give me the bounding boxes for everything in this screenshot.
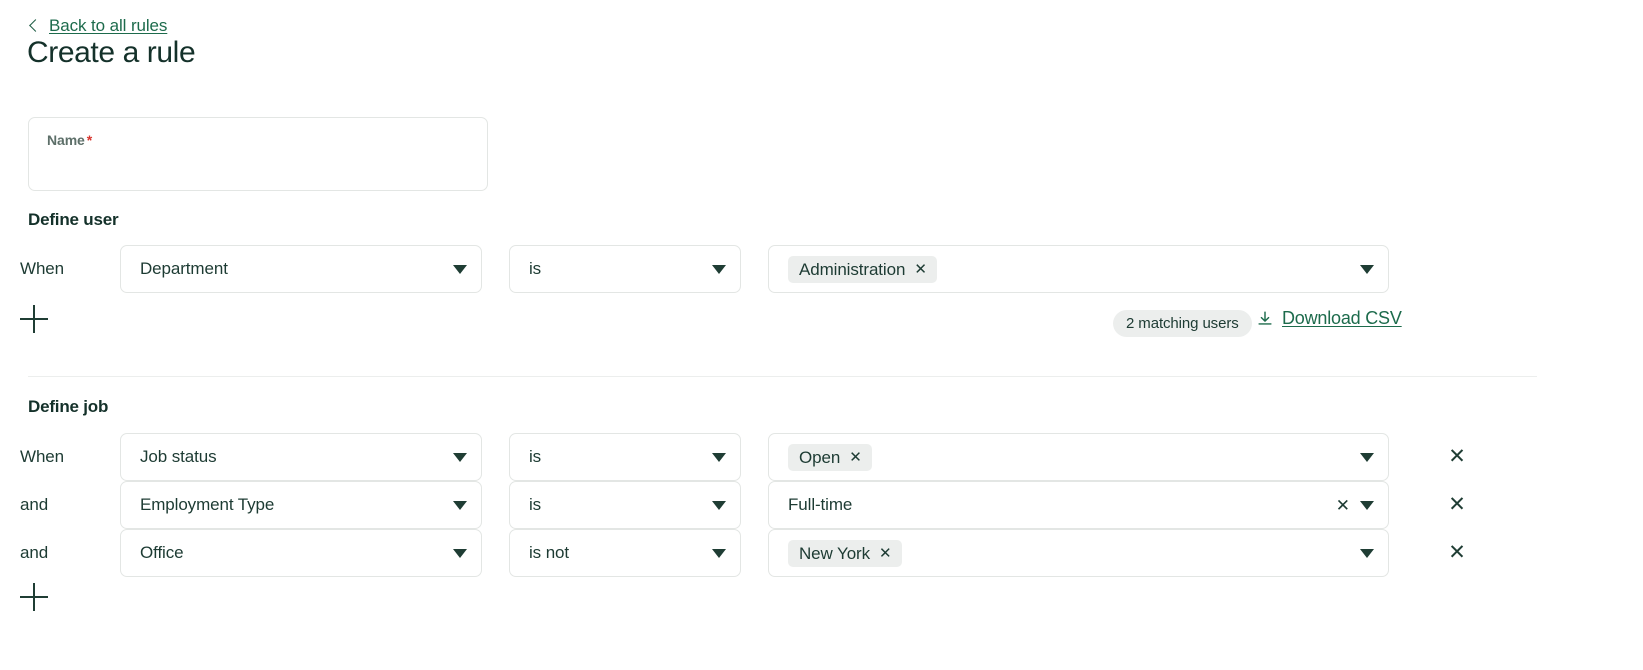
- job-row-2-conjunction: and: [20, 543, 49, 562]
- remove-job-row-0-button[interactable]: ✕: [1444, 444, 1470, 470]
- back-link-label[interactable]: Back to all rules: [49, 16, 167, 36]
- remove-job-row-2-button[interactable]: ✕: [1444, 540, 1470, 566]
- chevron-down-icon: [712, 264, 726, 274]
- value-chip-label: Administration: [799, 259, 906, 279]
- job-operator-select-1-value: is: [529, 495, 542, 514]
- download-csv-label[interactable]: Download CSV: [1282, 308, 1402, 329]
- close-icon[interactable]: ✕: [914, 262, 927, 277]
- chevron-down-icon: [712, 500, 726, 510]
- name-field-label-row: Name *: [47, 132, 469, 150]
- value-chip[interactable]: Administration ✕: [788, 255, 937, 283]
- chevron-down-icon: [453, 264, 467, 274]
- job-value-text-1: Full-time: [788, 495, 1326, 515]
- job-rule-row-0: When Job status is Open ✕: [0, 433, 1389, 481]
- value-chip-label: Open: [799, 447, 841, 467]
- job-operator-select-0-value: is: [529, 447, 542, 466]
- job-value-select-0[interactable]: Open ✕: [768, 433, 1389, 481]
- job-operator-select-0[interactable]: is: [509, 433, 741, 481]
- user-value-select[interactable]: Administration ✕: [768, 245, 1389, 293]
- name-input[interactable]: [47, 150, 469, 174]
- job-value-select-1[interactable]: Full-time ✕: [768, 481, 1389, 529]
- chevron-left-icon: [28, 20, 40, 32]
- chevron-down-icon: [712, 452, 726, 462]
- add-user-condition-button[interactable]: [20, 305, 48, 333]
- section-heading-define-job: Define job: [28, 397, 109, 416]
- required-asterisk: *: [86, 132, 93, 148]
- user-rule-row-0: When Department is Administration ✕: [0, 245, 1389, 293]
- job-value-select-2[interactable]: New York ✕: [768, 529, 1389, 577]
- user-value-chips: Administration ✕: [788, 255, 1350, 283]
- job-field-select-1-value: Employment Type: [140, 495, 275, 514]
- job-rule-row-2: and Office is not New York ✕: [0, 529, 1389, 577]
- job-operator-select-1[interactable]: is: [509, 481, 741, 529]
- value-chip-label: New York: [799, 543, 871, 563]
- user-operator-select-value: is: [529, 259, 542, 278]
- chevron-down-icon: [453, 500, 467, 510]
- value-chip[interactable]: New York ✕: [788, 539, 902, 567]
- remove-job-row-1-button[interactable]: ✕: [1444, 492, 1470, 518]
- chevron-down-icon: [1360, 264, 1374, 274]
- job-operator-select-2-value: is not: [529, 543, 570, 562]
- job-field-select-0[interactable]: Job status: [120, 433, 482, 481]
- section-divider: [28, 376, 1537, 377]
- job-value-chips-0: Open ✕: [788, 443, 1350, 471]
- download-csv-button[interactable]: Download CSV: [1256, 308, 1402, 329]
- user-row-conjunction: When: [20, 259, 65, 278]
- name-field-label: Name: [47, 132, 85, 148]
- clear-value-icon[interactable]: ✕: [1336, 497, 1350, 514]
- job-operator-select-2[interactable]: is not: [509, 529, 741, 577]
- job-rule-row-1: and Employment Type is Full-time ✕: [0, 481, 1389, 529]
- chevron-down-icon: [1360, 452, 1374, 462]
- chevron-down-icon: [1360, 500, 1374, 510]
- job-value-chips-2: New York ✕: [788, 539, 1350, 567]
- page-title: Create a rule: [27, 36, 196, 69]
- matching-users-badge: 2 matching users: [1113, 310, 1252, 337]
- chevron-down-icon: [453, 452, 467, 462]
- download-icon: [1258, 311, 1272, 325]
- job-row-0-conjunction: When: [20, 447, 65, 466]
- chevron-down-icon: [453, 548, 467, 558]
- job-field-select-1[interactable]: Employment Type: [120, 481, 482, 529]
- job-value-label-1: Full-time: [788, 495, 853, 514]
- add-job-condition-button[interactable]: [20, 583, 48, 611]
- job-field-select-2-value: Office: [140, 543, 184, 562]
- section-heading-define-user: Define user: [28, 210, 119, 229]
- user-operator-select[interactable]: is: [509, 245, 741, 293]
- value-chip[interactable]: Open ✕: [788, 443, 872, 471]
- close-icon[interactable]: ✕: [879, 546, 892, 561]
- chevron-down-icon: [712, 548, 726, 558]
- job-field-select-2[interactable]: Office: [120, 529, 482, 577]
- user-field-select[interactable]: Department: [120, 245, 482, 293]
- job-field-select-0-value: Job status: [140, 447, 217, 466]
- name-field[interactable]: Name *: [28, 117, 488, 191]
- close-icon[interactable]: ✕: [849, 450, 862, 465]
- user-field-select-value: Department: [140, 259, 228, 278]
- job-row-1-conjunction: and: [20, 495, 49, 514]
- chevron-down-icon: [1360, 548, 1374, 558]
